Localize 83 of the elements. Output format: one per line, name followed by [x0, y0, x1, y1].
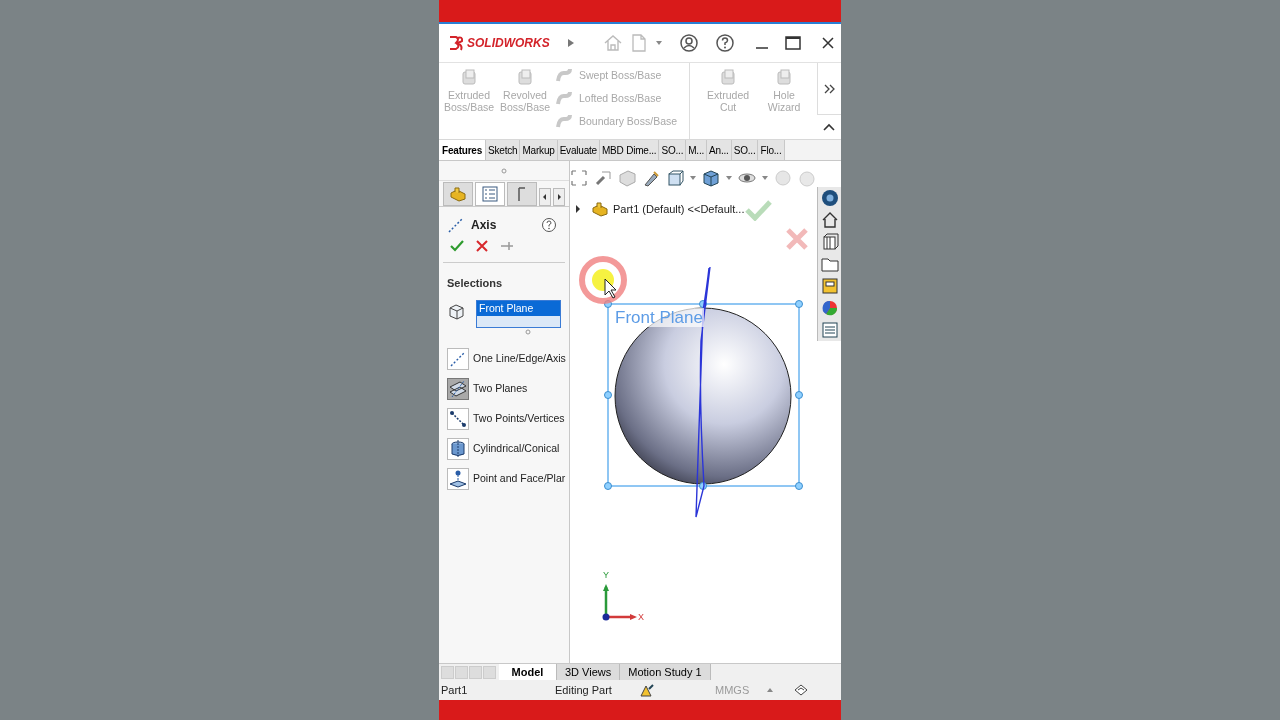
- rebuild-icon[interactable]: [639, 683, 655, 697]
- properties-icon[interactable]: [820, 321, 839, 339]
- option-label: Two Planes: [473, 380, 528, 396]
- plane-outline[interactable]: [604, 300, 803, 490]
- section-header: Selections: [446, 276, 504, 291]
- cancel-icon[interactable]: [476, 240, 488, 252]
- part-icon: [459, 67, 479, 87]
- ribbon-tab[interactable]: An...: [707, 140, 732, 160]
- view-tool-icon[interactable]: [642, 169, 660, 187]
- sphere[interactable]: [614, 307, 792, 485]
- pin-icon[interactable]: [500, 241, 514, 251]
- axis-label: Y: [603, 569, 609, 582]
- palette-icon[interactable]: [820, 277, 839, 295]
- help-icon[interactable]: [541, 217, 557, 233]
- feature-tree-tab[interactable]: [443, 182, 473, 206]
- collapse-icon[interactable]: [823, 123, 835, 131]
- splitter-handle-icon[interactable]: [501, 167, 507, 174]
- option-toggle[interactable]: [447, 437, 469, 460]
- folder-icon[interactable]: [820, 255, 839, 273]
- status-text: Editing Part: [555, 682, 613, 698]
- option-label: Cylindrical/Conical: [473, 440, 560, 456]
- option-label: One Line/Edge/Axis: [473, 350, 566, 366]
- caret-icon[interactable]: [690, 176, 696, 180]
- axis-icon: [447, 216, 465, 234]
- selection-field[interactable]: Front Plane: [476, 299, 561, 328]
- caret-icon[interactable]: [762, 176, 768, 180]
- more-icon[interactable]: [823, 83, 836, 94]
- option-toggle[interactable]: [447, 407, 469, 430]
- close-icon[interactable]: [821, 36, 835, 50]
- part-icon: [591, 201, 609, 218]
- caret-icon[interactable]: [655, 40, 663, 46]
- status-text: Part1: [441, 682, 469, 698]
- ribbon-tab[interactable]: Features: [439, 140, 487, 160]
- ribbon-tab[interactable]: Markup: [520, 140, 558, 160]
- resize-handle-icon[interactable]: [525, 328, 531, 335]
- logo-text: SOLIDWORKS: [467, 35, 551, 52]
- bottom-tab[interactable]: 3D Views: [557, 664, 621, 680]
- user-icon[interactable]: [679, 33, 699, 53]
- point-face-icon: [448, 468, 468, 489]
- option-toggle[interactable]: [447, 377, 469, 400]
- caret-icon[interactable]: [767, 688, 774, 692]
- tree-item[interactable]: Part1 (Default) <<Default...: [613, 201, 745, 218]
- library-icon[interactable]: [820, 233, 839, 251]
- points-icon: [448, 408, 468, 429]
- selected-item[interactable]: Front Plane: [477, 300, 560, 316]
- ok-icon[interactable]: [450, 240, 464, 252]
- planes-icon: [448, 378, 468, 399]
- cursor-highlight-icon: [578, 255, 628, 305]
- view-orientation-icon[interactable]: [666, 169, 684, 187]
- bottom-tab[interactable]: Motion Study 1: [620, 664, 711, 680]
- ribbon-tab[interactable]: SO...: [659, 140, 687, 160]
- maximize-icon[interactable]: [785, 36, 801, 50]
- caret-icon[interactable]: [726, 176, 732, 180]
- scroll-left-icon[interactable]: [539, 188, 551, 206]
- help-icon[interactable]: [715, 33, 735, 53]
- config-icon: [517, 186, 527, 202]
- home-icon[interactable]: [820, 211, 839, 229]
- ribbon-tab[interactable]: Sketch: [486, 140, 521, 160]
- cylinder-icon: [448, 438, 468, 459]
- ribbon-tab[interactable]: MBD Dime...: [599, 140, 660, 160]
- list-icon: [482, 186, 498, 202]
- ribbon-tab[interactable]: SO...: [731, 140, 759, 160]
- option-toggle[interactable]: [447, 347, 469, 370]
- appearances-icon[interactable]: [820, 299, 839, 317]
- plane-label: Front Plane: [614, 308, 704, 327]
- zoom-area-icon[interactable]: [594, 169, 612, 187]
- panel-title: Axis: [471, 217, 497, 234]
- ribbon-tab[interactable]: M...: [686, 140, 708, 160]
- ribbon-tab[interactable]: Flo...: [758, 140, 785, 160]
- part-icon: [515, 67, 535, 87]
- globe-icon[interactable]: [820, 189, 839, 207]
- expand-icon[interactable]: [575, 205, 581, 214]
- scroll-right-icon[interactable]: [553, 188, 565, 206]
- bottom-tab[interactable]: Model: [499, 664, 557, 680]
- ribbon-tab[interactable]: Evaluate: [557, 140, 600, 160]
- display-icon[interactable]: [793, 683, 810, 697]
- option-label: Point and Face/Plar: [473, 470, 566, 486]
- option-label: Two Points/Vertices: [473, 410, 565, 426]
- display-style-icon[interactable]: [702, 169, 720, 187]
- option-toggle[interactable]: [447, 467, 469, 490]
- logo-icon: [447, 34, 465, 52]
- part-icon: [449, 186, 467, 202]
- axis-label: X: [638, 611, 644, 624]
